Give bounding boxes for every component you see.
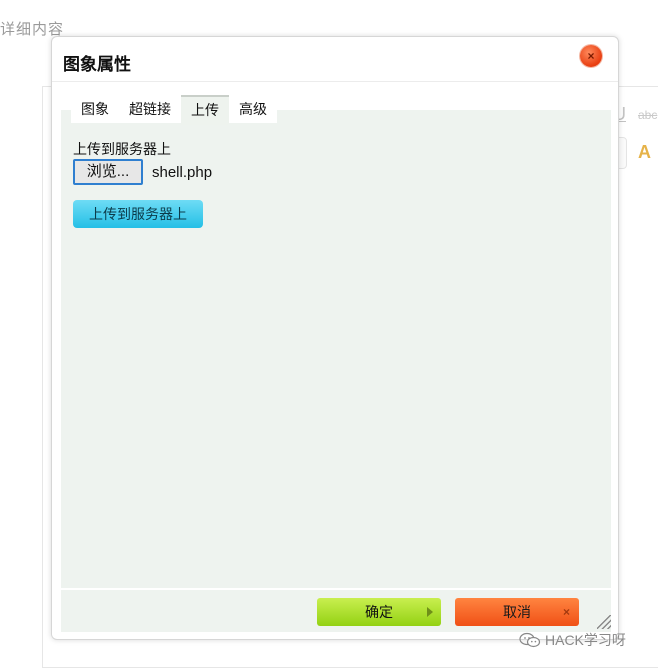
- tab-image[interactable]: 图象: [71, 95, 119, 123]
- wechat-icon: [519, 632, 541, 648]
- tab-content-upload: 上传到服务器上 浏览... shell.php 上传到服务器上: [61, 110, 611, 588]
- watermark-text: HACK学习呀: [545, 632, 626, 648]
- browse-button[interactable]: 浏览...: [73, 159, 143, 185]
- upload-label: 上传到服务器上: [73, 141, 171, 157]
- strikethrough-tool[interactable]: abc: [638, 108, 657, 122]
- tab-advanced[interactable]: 高级: [229, 95, 277, 123]
- font-color-tool[interactable]: A: [638, 142, 651, 163]
- upload-to-server-button[interactable]: 上传到服务器上: [73, 200, 203, 228]
- resize-grip-icon[interactable]: [597, 615, 611, 629]
- ok-button-label: 确定: [365, 604, 393, 620]
- ok-button[interactable]: 确定: [317, 598, 441, 626]
- selected-file-name: shell.php: [152, 164, 213, 181]
- dialog-footer: 确定 取消 ×: [61, 589, 611, 632]
- close-icon: ×: [562, 605, 570, 619]
- tab-strip: 图象 超链接 上传 高级: [71, 95, 277, 125]
- cancel-button[interactable]: 取消 ×: [455, 598, 579, 626]
- title-divider: [52, 81, 618, 82]
- tab-upload[interactable]: 上传: [181, 95, 229, 125]
- watermark: HACK学习呀: [519, 630, 626, 650]
- image-properties-dialog: 图象属性 × 上传到服务器上 浏览... shell.php 上传到服务器上 图…: [51, 36, 619, 640]
- close-icon[interactable]: ×: [580, 45, 602, 67]
- tab-hyperlink[interactable]: 超链接: [119, 95, 181, 123]
- arrow-right-icon: [427, 607, 433, 617]
- cancel-button-label: 取消: [503, 604, 531, 620]
- dialog-title: 图象属性: [63, 55, 131, 74]
